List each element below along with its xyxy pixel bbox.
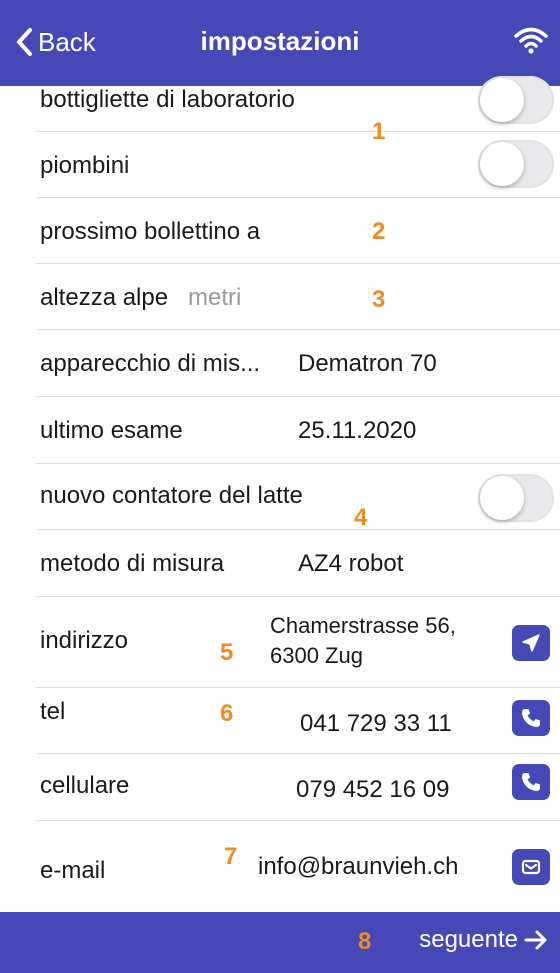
row-next-bulletin[interactable]: prossimo bollettino a 2 [36, 198, 560, 264]
mobile-label: cellulare [40, 772, 130, 799]
method-value: AZ4 robot [298, 550, 404, 577]
marker-5: 5 [220, 639, 234, 666]
lab-bottles-label: bottigliette di laboratorio [40, 86, 295, 113]
lab-bottles-toggle[interactable] [478, 76, 554, 124]
marker-8: 8 [358, 928, 372, 955]
arrow-right-icon [524, 930, 547, 950]
bottom-bar: 8 seguente [0, 912, 560, 973]
email-value[interactable]: info@braunvieh.ch [258, 853, 458, 881]
marker-6: 6 [220, 700, 234, 727]
next-button[interactable]: seguente [419, 926, 548, 954]
marker-3: 3 [372, 286, 386, 313]
email-label: e-mail [40, 857, 106, 884]
address-line-2: 6300 Zug [270, 643, 363, 668]
settings-list: bottigliette di laboratorio 1 piombini p… [0, 66, 560, 896]
row-mobile: cellulare 079 452 16 09 [36, 754, 560, 821]
new-counter-toggle[interactable] [478, 474, 554, 522]
device-label: apparecchio di mis... [40, 350, 261, 377]
marker-7: 7 [224, 843, 238, 870]
address-line-1: Chamerstrasse 56, [270, 613, 456, 638]
address-label: indirizzo [40, 627, 129, 654]
last-exam-value: 25.11.2020 [298, 417, 417, 444]
phone-value[interactable]: 041 729 33 11 [300, 710, 452, 738]
address-value: Chamerstrasse 56, 6300 Zug [270, 611, 456, 671]
marker-2: 2 [372, 218, 386, 245]
alp-altitude-input[interactable]: metri [188, 284, 241, 312]
toggle-knob [480, 476, 524, 520]
toggle-knob [480, 78, 524, 122]
wifi-icon [514, 27, 548, 54]
row-method[interactable]: metodo di misura AZ4 robot [36, 530, 560, 597]
page-title: impostazioni [200, 26, 360, 56]
phone-icon [522, 709, 540, 727]
next-bulletin-label: prossimo bollettino a [40, 218, 261, 245]
new-counter-label: nuovo contatore del latte [40, 482, 303, 509]
row-alp-altitude: altezza alpe metri 3 [36, 264, 560, 330]
navigate-button[interactable] [512, 625, 550, 661]
row-device[interactable]: apparecchio di mis... Dematron 70 [36, 330, 560, 397]
location-arrow-icon [522, 634, 540, 652]
seals-label: piombini [40, 152, 130, 179]
seals-toggle[interactable] [478, 140, 554, 188]
method-label: metodo di misura [40, 550, 225, 577]
alp-altitude-label: altezza alpe [40, 284, 169, 311]
phone-icon [522, 773, 540, 791]
row-last-exam[interactable]: ultimo esame 25.11.2020 [36, 397, 560, 464]
next-label: seguente [419, 926, 518, 953]
toggle-knob [480, 142, 524, 186]
row-address: indirizzo Chamerstrasse 56, 6300 Zug 5 [36, 597, 560, 688]
marker-4: 4 [354, 504, 368, 531]
send-email-button[interactable] [512, 849, 550, 885]
row-lab-bottles: bottigliette di laboratorio 1 [36, 66, 560, 145]
row-email: e-mail 7 info@braunvieh.ch [36, 821, 560, 896]
phone-label: tel [40, 698, 66, 725]
device-value: Dematron 70 [298, 350, 437, 377]
mail-icon [521, 859, 541, 875]
call-phone-button[interactable] [512, 700, 550, 736]
row-phone: tel 6 041 729 33 11 [36, 688, 560, 754]
row-seals: piombini [36, 132, 560, 198]
last-exam-label: ultimo esame [40, 417, 183, 444]
mobile-value[interactable]: 079 452 16 09 [296, 776, 449, 804]
call-mobile-button[interactable] [512, 764, 550, 800]
row-new-counter: nuovo contatore del latte 4 [36, 464, 560, 531]
